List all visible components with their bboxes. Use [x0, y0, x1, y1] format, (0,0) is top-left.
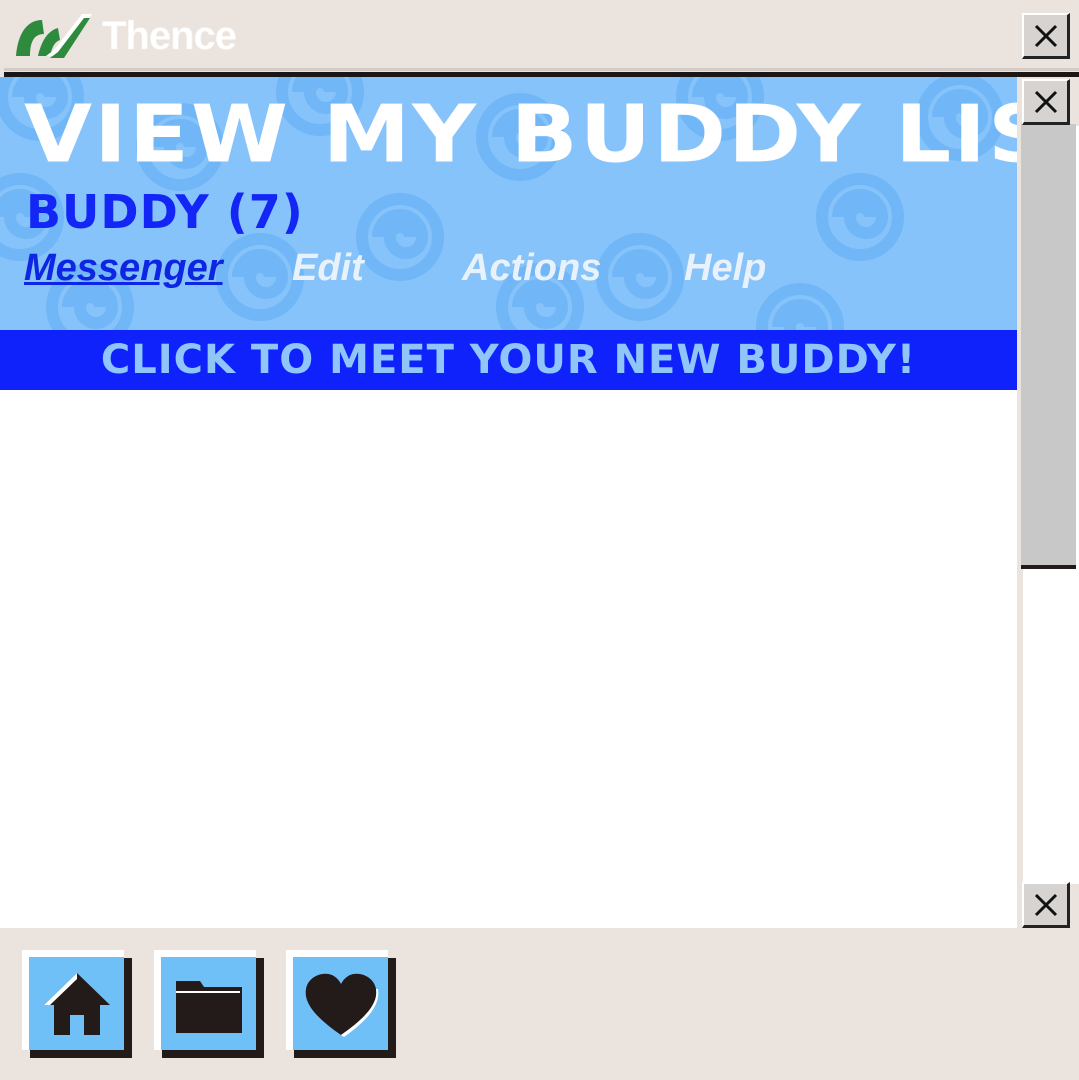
- home-button-face: [22, 950, 124, 1050]
- app-title: Thence: [102, 14, 238, 59]
- close-icon: [1034, 24, 1057, 47]
- scroll-up-button[interactable]: [1022, 79, 1070, 125]
- buddy-list-header: View My Buddy List Buddy (7) Messenger E…: [0, 77, 1017, 330]
- favorites-button-face: [286, 950, 388, 1050]
- banner-text: Click to meet your new buddy!: [100, 337, 917, 383]
- close-icon: [1034, 893, 1057, 916]
- menu-item-help[interactable]: Help: [684, 247, 766, 290]
- scroll-down-button[interactable]: [1022, 882, 1070, 928]
- menu-item-actions[interactable]: Actions: [462, 247, 601, 290]
- scrollbar-thumb[interactable]: [1021, 124, 1076, 569]
- app-logo-icon: [16, 14, 92, 58]
- folder-button[interactable]: [154, 950, 264, 1058]
- meet-new-buddy-banner[interactable]: Click to meet your new buddy!: [0, 330, 1017, 390]
- title-divider-light: [4, 68, 1079, 71]
- buddy-list-content: [0, 390, 1017, 928]
- folder-icon: [175, 980, 242, 1033]
- buddy-count-label: Buddy (7): [26, 185, 304, 239]
- window-close-button[interactable]: [1022, 13, 1070, 59]
- folder-button-face: [154, 950, 256, 1050]
- page-title: View My Buddy List: [24, 87, 1017, 181]
- menu-item-edit[interactable]: Edit: [292, 247, 364, 290]
- home-button[interactable]: [22, 950, 132, 1058]
- menu-item-messenger[interactable]: Messenger: [24, 247, 223, 290]
- close-icon: [1034, 90, 1057, 113]
- heart-icon: [305, 973, 378, 1037]
- favorites-button[interactable]: [286, 950, 396, 1058]
- title-bar: Thence: [0, 0, 1079, 72]
- home-icon: [43, 972, 110, 1035]
